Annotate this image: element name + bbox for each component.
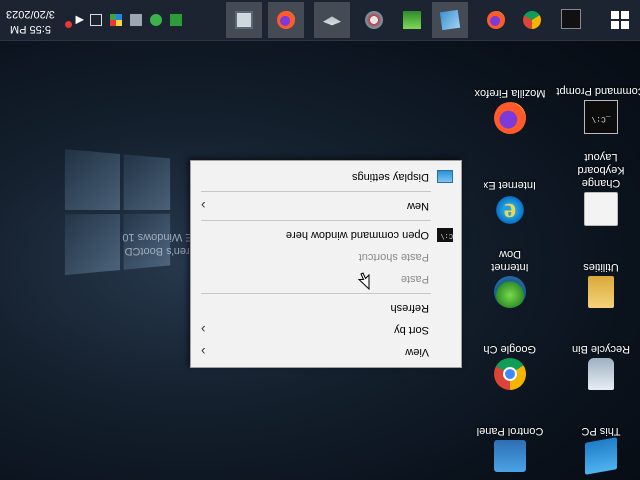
menu-separator xyxy=(201,191,431,192)
taskbar-item-chrome[interactable] xyxy=(514,2,550,38)
mouse-cursor-icon xyxy=(358,272,370,290)
desktop-icon-recycle-bin[interactable]: Recycle Bin xyxy=(556,342,640,390)
internet-explorer-icon xyxy=(494,194,526,226)
chrome-icon xyxy=(523,11,541,29)
menu-item-view[interactable]: View › xyxy=(191,341,461,363)
chart-tool-icon xyxy=(403,11,421,29)
menu-item-new[interactable]: New › xyxy=(191,195,461,217)
menu-item-display-settings[interactable]: Display settings xyxy=(191,166,461,188)
keyboard-settings-icon xyxy=(584,192,618,226)
desktop-icon-this-pc[interactable]: This PC xyxy=(556,424,640,475)
menu-item-label: New xyxy=(406,200,429,212)
firefox-icon xyxy=(487,11,505,29)
menu-item-paste: Paste xyxy=(191,268,461,290)
desktop-icon-google-chrome[interactable]: Google Chr xyxy=(465,342,555,390)
chrome-icon xyxy=(494,358,526,390)
display-settings-icon xyxy=(437,170,453,183)
wallpaper-brand-line1: Hiren's BootCD xyxy=(124,245,200,257)
taskbar-item-screen-capture[interactable] xyxy=(432,2,468,38)
desktop-icon-label: This PC xyxy=(581,425,621,437)
desktop-icon-label: Mozilla Firefox xyxy=(474,87,546,99)
menu-item-label: View xyxy=(405,346,429,358)
this-pc-icon xyxy=(585,437,617,475)
taskbar: ◀ 5:55 PM 3/20/2023 xyxy=(0,0,640,41)
taskbar-item-firefox-2[interactable] xyxy=(268,2,304,38)
wallpaper-brand-line2: PE Windows 10 xyxy=(122,231,200,243)
command-window-icon: C:\ xyxy=(437,228,453,242)
device-icon[interactable] xyxy=(90,14,102,26)
idm-icon xyxy=(494,276,526,308)
taskbar-clock[interactable]: 5:55 PM 3/20/2023 xyxy=(6,6,55,36)
desktop-icon-utilities[interactable]: Utilities xyxy=(556,260,640,308)
menu-item-label: Open command window here xyxy=(285,229,429,241)
taskbar-item-chart-tool[interactable] xyxy=(394,2,430,38)
battery-icon[interactable] xyxy=(170,14,182,26)
desktop-icon-label: Internet Dow Manage xyxy=(491,248,529,273)
color-icon[interactable] xyxy=(110,14,122,26)
volume-muted-icon[interactable]: ◀ xyxy=(72,14,84,26)
network-icon[interactable] xyxy=(150,14,162,26)
control-panel-icon xyxy=(494,440,526,472)
desktop-icon-command-prompt[interactable]: _C:\ Command Prompt xyxy=(556,84,640,134)
start-button[interactable] xyxy=(600,0,640,40)
firefox-icon xyxy=(277,11,295,29)
menu-item-label: Display settings xyxy=(351,171,429,183)
screen-capture-icon xyxy=(439,9,461,31)
mute-badge-icon xyxy=(65,21,72,28)
chevron-right-icon: › xyxy=(201,198,206,214)
desktop-icon-label: Change Keyboard Layout xyxy=(577,151,625,189)
desktop-icon-mozilla-firefox[interactable]: Mozilla Firefox xyxy=(465,86,555,134)
desktop-icon-label: Recycle Bin xyxy=(571,343,631,355)
menu-item-label: Sort by xyxy=(394,324,429,336)
windows-start-icon xyxy=(621,21,629,29)
desktop-context-menu: View › Sort by › Refresh Paste Paste sho… xyxy=(190,160,462,368)
menu-item-label: Refresh xyxy=(390,302,429,314)
settings-icon xyxy=(235,11,253,29)
menu-item-paste-shortcut: Paste shortcut xyxy=(191,246,461,268)
terminal-icon xyxy=(561,9,581,29)
recycle-bin-icon xyxy=(588,358,614,390)
menu-separator xyxy=(201,220,431,221)
folder-icon xyxy=(588,276,614,308)
menu-item-refresh[interactable]: Refresh xyxy=(191,297,461,319)
taskbar-item-usb-tool[interactable] xyxy=(314,2,350,38)
menu-item-sort-by[interactable]: Sort by › xyxy=(191,319,461,341)
desktop-screen: Hiren's BootCD PE Windows 10 This PC Rec… xyxy=(0,0,640,480)
desktop-icon-label: Command Prompt xyxy=(556,85,640,97)
desktop-icon-label: Utilities xyxy=(583,261,619,273)
desktop-icon-label: Internet Exp xyxy=(484,179,536,191)
clock-time: 5:55 PM xyxy=(9,23,51,35)
taskbar-item-terminal[interactable] xyxy=(554,2,590,38)
desktop-icon-internet-explorer[interactable]: Internet Exp xyxy=(465,178,555,226)
desktop-icon-control-panel[interactable]: Control Panel xyxy=(465,424,555,472)
taskbar-item-settings[interactable] xyxy=(226,2,262,38)
clock-date: 3/20/2023 xyxy=(6,8,55,20)
menu-separator xyxy=(201,293,431,294)
desktop-icon-change-keyboard-layout[interactable]: Change Keyboard Layout xyxy=(556,150,640,226)
taskbar-item-firefox[interactable] xyxy=(478,2,514,38)
menu-item-open-command-window[interactable]: C:\ Open command window here xyxy=(191,224,461,246)
network-adapter-icon[interactable] xyxy=(130,14,142,26)
chevron-right-icon: › xyxy=(201,344,206,360)
command-prompt-icon: _C:\ xyxy=(584,100,618,134)
wallpaper-brand: Hiren's BootCD PE Windows 10 xyxy=(90,230,200,258)
desktop-icon-label: Google Chr xyxy=(484,343,536,355)
menu-item-label: Paste shortcut xyxy=(358,251,429,263)
disk-tool-icon xyxy=(365,11,383,29)
taskbar-item-disk-tool[interactable] xyxy=(356,2,392,38)
menu-item-label: Paste xyxy=(400,273,429,285)
firefox-icon xyxy=(494,102,526,134)
desktop-icon-internet-download-manager[interactable]: Internet Dow Manage xyxy=(465,247,555,308)
system-tray: ◀ 5:55 PM 3/20/2023 xyxy=(0,0,190,40)
chevron-right-icon: › xyxy=(201,322,206,338)
usb-tool-icon xyxy=(323,11,341,29)
desktop-icon-label: Control Panel xyxy=(476,425,544,437)
